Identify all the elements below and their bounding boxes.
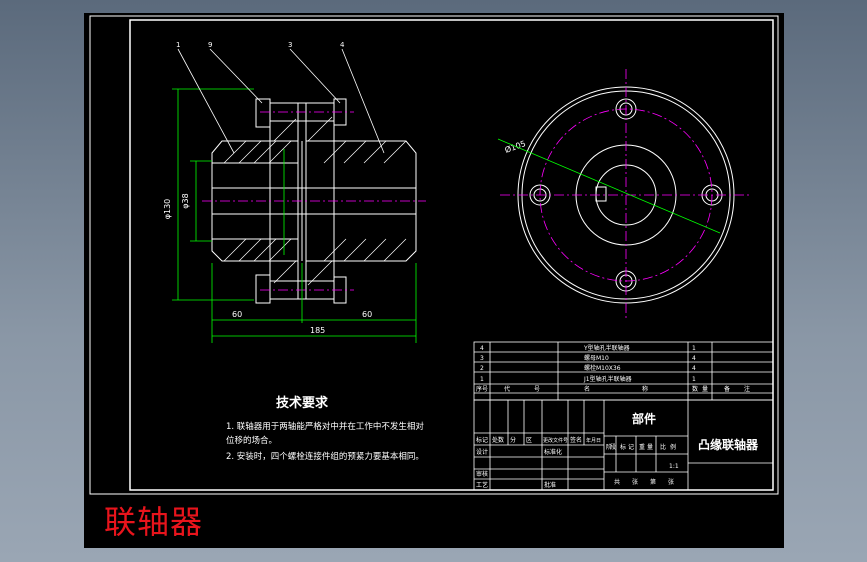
cad-drawing: φ130 φ38 60 60 185 Ø105 1 9 3 4 技术要求 1. … (89, 15, 779, 495)
dimension-texts: φ130 φ38 60 60 185 Ø105 (163, 138, 527, 335)
balloon-1: 1 (176, 41, 180, 49)
header-note-2: 注 (744, 385, 750, 393)
parts-row-4-qty: 1 (692, 345, 696, 352)
dimension-lines (172, 88, 417, 343)
header-qty-2: 量 (702, 386, 708, 393)
parts-row-4-name: Y型轴孔半联轴器 (583, 344, 630, 352)
header-code-1: 代 (504, 385, 510, 393)
drawing-sheet: φ130 φ38 60 60 185 Ø105 1 9 3 4 技术要求 1. … (84, 13, 784, 548)
tb-label-sheet-2: 张 (668, 478, 674, 486)
parts-row-3-no: 3 (480, 355, 484, 362)
header-code-2: 号 (534, 386, 540, 393)
tb-label-mark: 标记 (476, 436, 488, 444)
tb-label-sheet-1: 张 (632, 478, 638, 486)
bolt-head-top (255, 98, 271, 128)
dim-total-length: 185 (310, 326, 325, 335)
tb-label-sign: 签名 (570, 436, 582, 444)
header-name-2: 称 (642, 385, 648, 393)
tech-requirements: 技术要求 1. 联轴器用于两轴能严格对中并在工作中不发生相对 位移的场合。 2.… (226, 395, 424, 462)
parts-row-4-no: 4 (480, 345, 484, 352)
header-qty-1: 数 (692, 385, 698, 393)
tb-scale: 1:1 (669, 463, 679, 470)
keyway (595, 186, 607, 202)
caption-title: 联轴器 (104, 503, 204, 541)
tech-title: 技术要求 (276, 395, 329, 411)
tb-label-date: 年月日 (586, 437, 601, 444)
balloon-leaders (177, 48, 385, 154)
tb-label-ratio-1: 比 (660, 443, 666, 451)
header-seq: 序号 (476, 385, 488, 393)
tech-line-3: 2. 安装时，四个螺栓连接件组的预紧力要基本相同。 (226, 451, 424, 462)
parts-row-1-name: J1型轴孔半联轴器 (583, 375, 632, 383)
bolt-head-bottom (255, 274, 271, 304)
header-note-1: 备 (724, 385, 730, 393)
tb-label-qu: 区 (526, 437, 532, 444)
tb-label-stage-2: 段 (610, 443, 616, 451)
tb-label-fen: 分 (510, 436, 516, 444)
dim-bore-dia: φ38 (181, 193, 190, 208)
title-block-text: 部件 凸缘联轴器 1:1 标记 处数 分 区 更改文件号 签名 年月日 设计 标… (476, 411, 759, 489)
tech-line-2: 位移的场合。 (226, 435, 277, 446)
tb-label-weight-1: 重 (639, 443, 645, 451)
parts-row-2-qty: 4 (692, 365, 696, 372)
end-centerlines (500, 69, 752, 321)
tb-label-review: 审核 (476, 470, 488, 478)
balloon-3: 3 (288, 41, 292, 49)
parts-row-1-qty: 1 (692, 376, 696, 383)
tb-label-design: 设计 (476, 448, 488, 456)
dim-right-length: 60 (362, 310, 372, 319)
inner-border (129, 19, 774, 491)
tb-drawing-name: 凸缘联轴器 (698, 437, 759, 452)
pcd-dimension-line (497, 138, 721, 234)
tech-line-1: 1. 联轴器用于两轴能严格对中并在工作中不发生相对 (226, 421, 424, 432)
dim-left-length: 60 (232, 310, 242, 319)
tb-label-mark-1: 标 (620, 443, 626, 451)
tb-label-approve: 批准 (544, 481, 556, 489)
tb-label-weight-2: 量 (647, 444, 653, 451)
parts-row-2-name: 螺栓M10X36 (584, 364, 621, 372)
tb-label-nth: 第 (650, 478, 656, 486)
balloon-4: 4 (340, 41, 345, 49)
outer-border (89, 15, 779, 495)
tb-label-change: 更改文件号 (543, 437, 568, 444)
parts-row-2-no: 2 (480, 365, 484, 372)
dim-overall-dia: φ130 (163, 199, 172, 220)
tb-label-standard: 标准化 (544, 448, 562, 456)
balloons: 1 9 3 4 (176, 41, 345, 49)
header-name-1: 名 (584, 385, 590, 393)
tb-label-ratio-2: 例 (670, 443, 676, 451)
parts-row-3-name: 螺母M10 (584, 354, 609, 362)
parts-row-3-qty: 4 (692, 355, 696, 362)
front-centerlines (202, 111, 426, 291)
parts-list-text: 4 Y型轴孔半联轴器 1 3 螺母M10 4 2 螺栓M10X36 4 1 J1… (476, 344, 750, 393)
balloon-9: 9 (208, 41, 212, 49)
tb-part-label: 部件 (632, 411, 656, 426)
parts-row-1-no: 1 (480, 376, 484, 383)
tb-label-process: 工艺 (476, 481, 488, 489)
tb-label-total: 共 (614, 478, 620, 486)
tb-label-mark-2: 记 (628, 444, 634, 451)
tb-label-count: 处数 (492, 436, 504, 444)
